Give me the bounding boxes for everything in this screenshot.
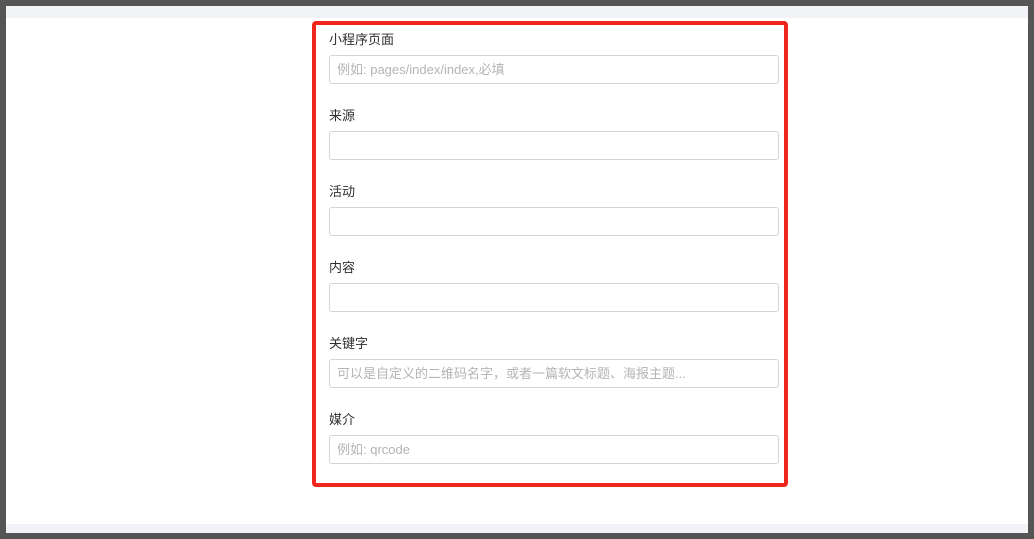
medium-input[interactable] <box>329 435 779 464</box>
field-medium: 媒介 <box>329 406 779 482</box>
source-input[interactable] <box>329 131 779 160</box>
field-label-content: 内容 <box>329 260 356 275</box>
top-background-strip <box>6 6 1028 18</box>
field-source: 来源 <box>329 102 779 178</box>
campaign-input[interactable] <box>329 207 779 236</box>
mini-program-page-input[interactable] <box>329 55 779 84</box>
field-mini-program-page: 小程序页面 <box>329 26 779 102</box>
bottom-background-strip <box>6 524 1028 533</box>
keyword-input[interactable] <box>329 359 779 388</box>
field-campaign: 活动 <box>329 178 779 254</box>
field-label-medium: 媒介 <box>329 412 356 427</box>
field-label-source: 来源 <box>329 108 356 123</box>
field-label-keyword: 关键字 <box>329 336 369 351</box>
field-content: 内容 <box>329 254 779 330</box>
utm-parameter-form: 小程序页面 来源 活动 内容 关键字 媒介 <box>329 26 779 482</box>
field-label-campaign: 活动 <box>329 184 356 199</box>
content-input[interactable] <box>329 283 779 312</box>
field-label-mini-program-page: 小程序页面 <box>329 32 395 47</box>
field-keyword: 关键字 <box>329 330 779 406</box>
screenshot-frame: 小程序页面 来源 活动 内容 关键字 媒介 <box>0 0 1034 539</box>
